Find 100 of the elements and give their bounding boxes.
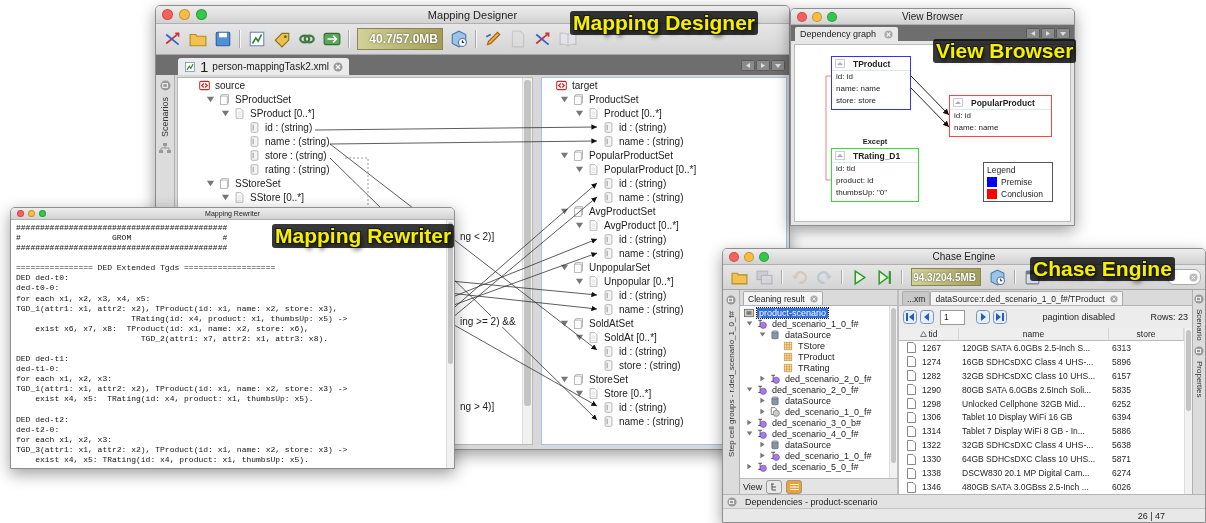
close-button[interactable] (729, 251, 739, 262)
tree-item[interactable]: store : (string) (263, 149, 329, 161)
side-tab[interactable]: Step cell groups - r.ded_scenario_1_0_f# (726, 311, 736, 457)
tree-item[interactable]: name : (string) (617, 247, 686, 259)
close-icon[interactable] (333, 61, 344, 72)
restore-icon[interactable] (1194, 294, 1204, 304)
disclosure-triangle-icon[interactable] (759, 331, 766, 338)
tree-item[interactable]: SoldAtSet (587, 317, 636, 329)
save-icon[interactable] (214, 30, 232, 48)
crossed-arrows-icon[interactable] (534, 30, 552, 48)
restore-icon[interactable] (727, 496, 737, 507)
disclosure-triangle-icon[interactable] (559, 318, 569, 328)
scrollbar-thumb[interactable] (891, 308, 896, 463)
zoom-button[interactable] (759, 251, 769, 262)
tree-item[interactable]: ded_scenario_1_0_f# (783, 406, 874, 417)
next-page-icon[interactable] (976, 310, 990, 324)
tree-item[interactable]: Unpopular [0..*] (602, 275, 676, 287)
clock-cube-icon[interactable] (450, 30, 468, 48)
side-tab[interactable]: Properties (1194, 360, 1204, 398)
collapse-icon[interactable] (953, 98, 963, 107)
tree-item[interactable]: SProduct [0..*] (248, 107, 317, 119)
disclosure-triangle-icon[interactable] (559, 150, 569, 160)
tree-item[interactable]: id : (string) (617, 233, 669, 245)
table-node[interactable]: TRating_D1 id: tid product: id thumbsUp: "0" (831, 148, 919, 202)
document-tab[interactable]: dataSource:r.ded_scenario_1_0_f#/TProduct (930, 291, 1123, 305)
disclosure-triangle-icon[interactable] (746, 463, 753, 470)
disclosure-triangle-icon[interactable] (574, 108, 584, 118)
previous-page-icon[interactable] (920, 310, 934, 324)
tree-item[interactable]: ded_scenario_4_0_f# (770, 428, 861, 439)
tree-item[interactable]: name : (string) (617, 415, 686, 427)
tree-item[interactable]: rating : (string) (263, 163, 332, 175)
tree-item[interactable]: ded_scenario_5_0_f# (770, 461, 861, 472)
close-button[interactable] (17, 210, 24, 217)
step-forward-icon[interactable] (876, 268, 893, 286)
disclosure-triangle-icon[interactable] (559, 94, 569, 104)
table-node[interactable]: TProduct id: id name: name store: store (831, 56, 911, 110)
tree-item[interactable]: dataSource (783, 329, 834, 340)
disclosure-triangle-icon[interactable] (205, 178, 215, 188)
tree-item[interactable]: TProduct (796, 351, 837, 362)
disclosure-triangle-icon[interactable] (574, 332, 584, 342)
disclosure-triangle-icon[interactable] (574, 276, 584, 286)
tree-item[interactable]: PopularProductSet (587, 149, 675, 161)
list-view-button[interactable] (786, 479, 803, 494)
page-field[interactable]: 1 (940, 309, 965, 325)
tree-item[interactable]: id : (string) (617, 289, 669, 301)
minimize-button[interactable] (179, 9, 190, 20)
tree-item[interactable]: id : (string) (617, 401, 669, 413)
tree-item[interactable]: SoldAt [0..*] (602, 331, 659, 343)
tree-item[interactable]: TRating (796, 362, 832, 373)
disclosure-triangle-icon[interactable] (559, 262, 569, 272)
disclosure-triangle-icon[interactable] (205, 94, 215, 104)
tree-item[interactable]: ProductSet (587, 93, 641, 105)
tree-item[interactable]: product-scenario (757, 307, 829, 318)
tree-item[interactable]: StoreSet (587, 373, 630, 385)
table-node[interactable]: PopularProduct id: id name: name (949, 95, 1052, 137)
arrow-box-icon[interactable] (323, 30, 341, 48)
collapse-icon[interactable] (835, 151, 845, 160)
tree-item[interactable]: SStoreSet (233, 177, 283, 189)
disclosure-triangle-icon[interactable] (746, 320, 753, 327)
scrollbar-thumb[interactable] (1186, 330, 1191, 411)
tree-item[interactable]: target (570, 79, 600, 91)
disclosure-triangle-icon[interactable] (746, 430, 753, 437)
graph-tab[interactable]: Dependency graph (795, 27, 899, 41)
tree-item[interactable]: store : (string) (617, 359, 683, 371)
tree-item[interactable]: ded_scenario_2_0_f# (770, 384, 861, 395)
tree-item[interactable]: ded_scenario_2_0_f# (783, 373, 874, 384)
disclosure-triangle-icon[interactable] (746, 386, 753, 393)
tag-icon[interactable] (273, 30, 291, 48)
panel-tab[interactable]: Cleaning result (743, 291, 823, 305)
tree-item[interactable]: SProductSet (233, 93, 294, 105)
disclosure-triangle-icon[interactable] (574, 164, 584, 174)
restore-icon[interactable] (159, 80, 171, 91)
document-tab[interactable]: ...xm (902, 291, 931, 305)
zoom-button[interactable] (39, 210, 46, 217)
disclosure-triangle-icon[interactable] (759, 408, 766, 415)
disclosure-triangle-icon[interactable] (559, 374, 569, 384)
file-tab[interactable]: 1 person-mappingTask2.xml (178, 58, 350, 75)
first-page-icon[interactable] (903, 310, 917, 324)
close-button[interactable] (797, 11, 807, 22)
disclosure-triangle-icon[interactable] (759, 452, 766, 459)
tree-item[interactable]: AvgProduct [0..*] (602, 219, 681, 231)
disclosure-triangle-icon[interactable] (759, 441, 766, 448)
disclosure-triangle-icon[interactable] (759, 397, 766, 404)
tree-item[interactable]: ded_scenario_1_0_f# (783, 450, 874, 461)
tree-item[interactable]: name : (string) (617, 191, 686, 203)
disclosure-triangle-icon[interactable] (574, 220, 584, 230)
tree-view-button[interactable] (766, 479, 783, 494)
tree-item[interactable]: name : (string) (617, 135, 686, 147)
collapse-icon[interactable] (835, 59, 845, 68)
column-header[interactable]: store (1109, 328, 1184, 342)
tree-item[interactable]: dataSource (783, 395, 834, 406)
zoom-button[interactable] (196, 9, 207, 20)
disclosure-triangle-icon[interactable] (559, 206, 569, 216)
last-page-icon[interactable] (993, 310, 1007, 324)
clock-cube-icon[interactable] (989, 268, 1006, 286)
disclosure-triangle-icon[interactable] (220, 192, 230, 202)
tree-item[interactable]: dataSource (783, 439, 834, 450)
column-header[interactable]: tid (899, 328, 959, 342)
tree-item[interactable]: PopularProduct [0..*] (602, 163, 699, 175)
tree-item[interactable]: Product [0..*] (602, 107, 664, 119)
